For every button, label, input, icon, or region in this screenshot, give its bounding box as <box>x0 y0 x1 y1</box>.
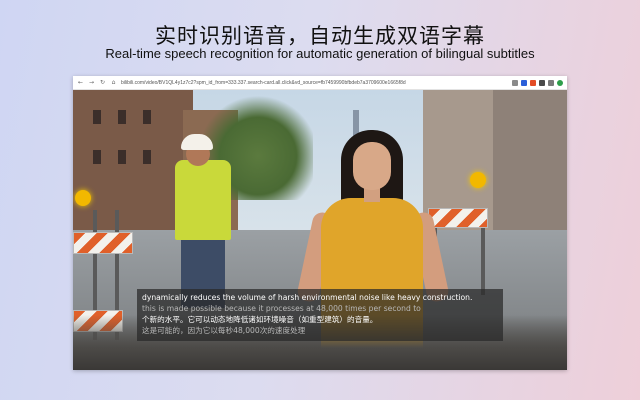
bilingual-subtitle-overlay: dynamically reduces the volume of harsh … <box>137 289 503 341</box>
construction-barrier <box>428 208 488 228</box>
extension-icon[interactable] <box>530 79 536 86</box>
video-window <box>143 150 151 164</box>
video-window <box>118 110 126 124</box>
video-window <box>143 110 151 124</box>
video-building <box>493 90 567 240</box>
forward-icon[interactable]: → <box>88 79 95 86</box>
browser-window: ← → ↻ ⌂ bilibili.com/video/BV1QL4y1z7c2?… <box>73 76 567 370</box>
extension-icon[interactable] <box>521 79 527 86</box>
url-field[interactable]: bilibili.com/video/BV1QL4y1z7c2?spm_id_f… <box>121 80 508 86</box>
video-window <box>93 150 101 164</box>
video-window <box>93 110 101 124</box>
extension-toolbar <box>512 79 563 86</box>
address-bar: ← → ↻ ⌂ bilibili.com/video/BV1QL4y1z7c2?… <box>73 76 567 90</box>
extension-icon[interactable] <box>539 79 545 86</box>
video-player[interactable]: dynamically reduces the volume of harsh … <box>73 90 567 370</box>
extension-icon[interactable] <box>548 79 554 86</box>
subtitle-line-english: dynamically reduces the volume of harsh … <box>142 293 473 302</box>
video-window <box>118 150 126 164</box>
worker-figure <box>175 160 231 240</box>
page-subheadline: Real-time speech recognition for automat… <box>105 46 535 61</box>
home-icon[interactable]: ⌂ <box>110 79 117 86</box>
subtitle-line-chinese: 个新的水平。它可以动态地降低诸如环境噪音（如重型建筑）的音量。 <box>142 315 378 324</box>
subtitle-line-chinese-next: 这是可能的，因为它以每秒48,000次的速度处理 <box>142 326 306 335</box>
construction-barrier <box>73 232 133 254</box>
reload-icon[interactable]: ↻ <box>99 79 106 86</box>
profile-avatar[interactable] <box>557 79 563 86</box>
warning-lamp-icon <box>75 190 91 206</box>
back-icon[interactable]: ← <box>77 79 84 86</box>
hard-hat <box>181 134 213 150</box>
presenter-figure <box>353 142 391 190</box>
extension-icon[interactable] <box>512 79 518 86</box>
subtitle-line-english-next: this is made possible because it process… <box>142 304 421 313</box>
warning-lamp-icon <box>470 172 486 188</box>
